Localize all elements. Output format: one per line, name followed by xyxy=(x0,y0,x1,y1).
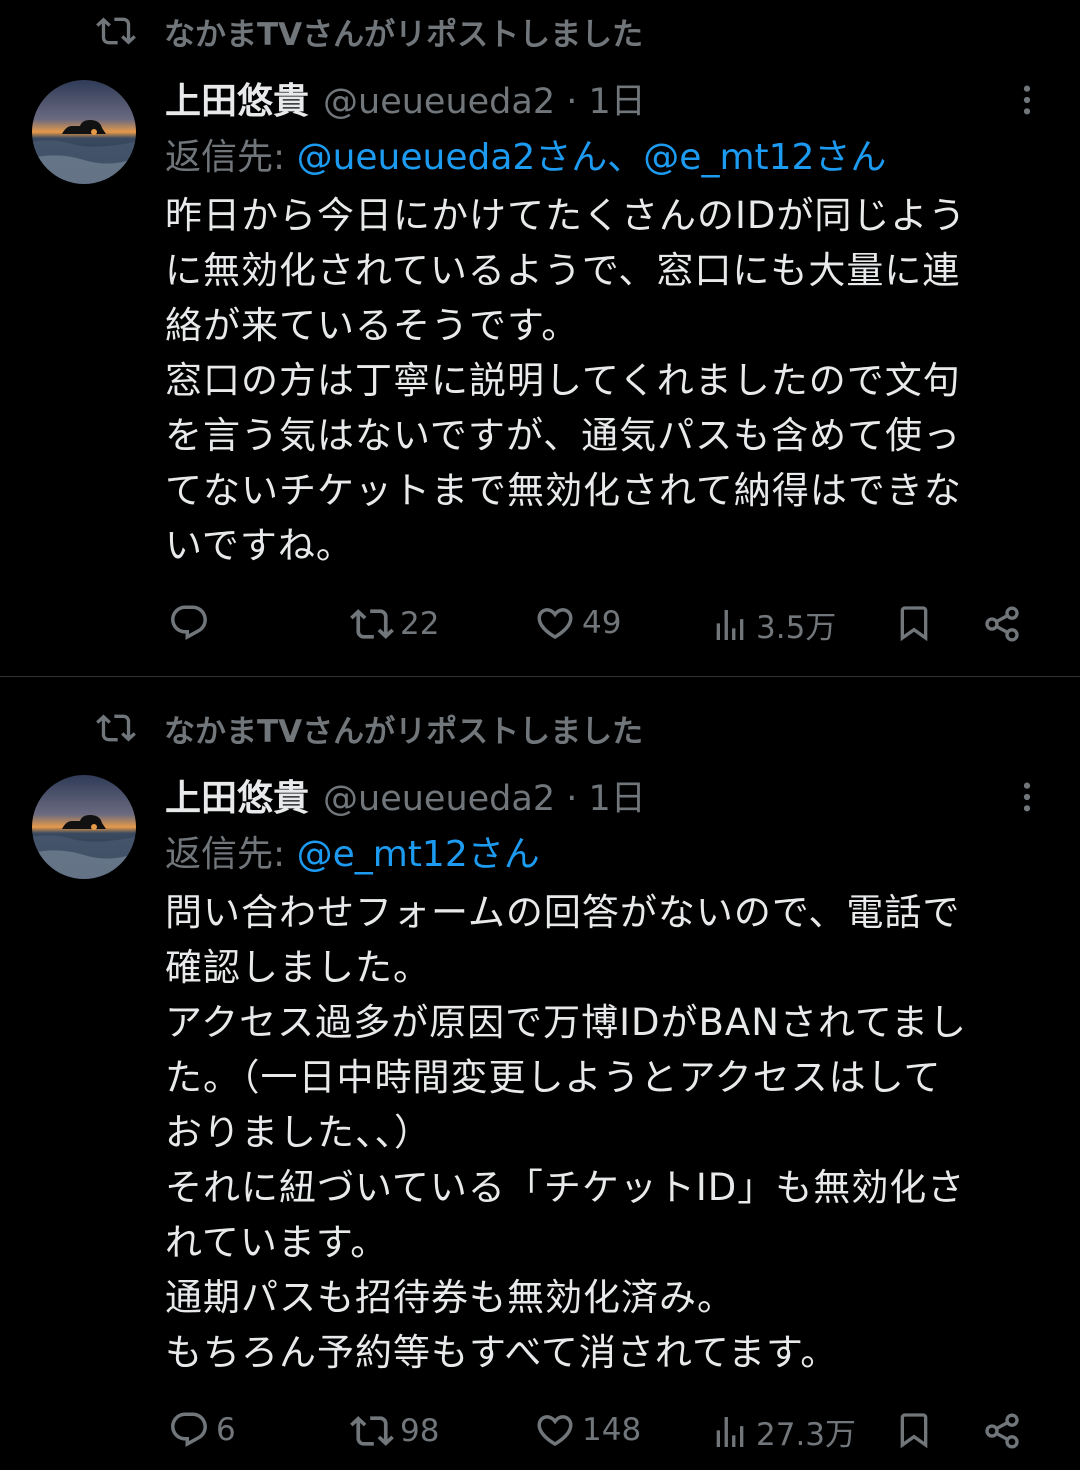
body-line: を言う気はないですが、通気パスも含めて使っ xyxy=(165,414,962,457)
repost-count: 22 xyxy=(400,606,440,642)
reply-to: 返信先: @e_mt12さん xyxy=(165,825,540,875)
reply-count: 6 xyxy=(216,1412,236,1448)
share-icon xyxy=(982,1411,1022,1451)
avatar[interactable] xyxy=(32,80,136,184)
body-line: 昨日から今日にかけてたくさんのIDが同じよう xyxy=(165,194,967,237)
body-line: 窓口の方は丁寧に説明してくれましたので文句 xyxy=(165,359,961,402)
repost-indicator: なかまTVさんがリポストしました xyxy=(96,6,643,56)
like-count: 148 xyxy=(582,1412,642,1448)
share-button[interactable] xyxy=(982,1411,1022,1451)
reply-to: 返信先: @ueueueda2さん、@e_mt12さん xyxy=(165,128,886,178)
repost-button[interactable]: 98 xyxy=(350,1409,439,1453)
body-line: いですね。 xyxy=(165,524,354,567)
body-line: た。（一日中時間変更しようとアクセスはして xyxy=(165,1056,942,1099)
post-body: 昨日から今日にかけてたくさんのIDが同じよう に無効化されているようで、窓口にも… xyxy=(165,188,1055,573)
reply-icon xyxy=(168,602,210,644)
body-line: てないチケットまで無効化されて納得はできな xyxy=(165,469,962,512)
repost-indicator: なかまTVさんがリポストしました xyxy=(96,703,643,753)
more-icon[interactable] xyxy=(1010,777,1044,817)
avatar-image xyxy=(32,775,136,879)
views-icon xyxy=(710,604,750,646)
body-line: おりました、、） xyxy=(165,1111,432,1154)
author-handle-time[interactable]: @ueueueda2 · 1日 xyxy=(323,770,646,821)
views-button[interactable]: 3.5万 xyxy=(710,602,836,647)
body-line: 通期パスも招待券も無効化済み。 xyxy=(165,1276,735,1319)
reply-mentions[interactable]: @e_mt12さん xyxy=(297,834,540,875)
like-icon xyxy=(534,602,576,644)
reply-prefix: 返信先: xyxy=(165,834,297,875)
repost-icon xyxy=(96,708,136,748)
like-button[interactable]: 49 xyxy=(534,602,621,644)
bookmark-icon xyxy=(894,1409,934,1451)
avatar-image xyxy=(32,80,136,184)
views-icon xyxy=(710,1411,750,1453)
like-icon xyxy=(534,1409,576,1451)
repost-label: なかまTVさんがリポストしました xyxy=(164,16,644,53)
body-line: に無効化されているようで、窓口にも大量に連 xyxy=(165,249,961,292)
like-count: 49 xyxy=(582,605,622,641)
body-line: 問い合わせフォームの回答がないので、電話で xyxy=(165,891,961,934)
repost-icon xyxy=(96,11,136,51)
share-icon xyxy=(982,604,1022,644)
body-line: もちろん予約等もすべて消されてます。 xyxy=(165,1331,839,1374)
author-name[interactable]: 上田悠貴 xyxy=(165,72,309,124)
post-header: 上田悠貴 @ueueueda2 · 1日 xyxy=(165,72,646,124)
repost-button[interactable]: 22 xyxy=(350,602,439,646)
reply-prefix: 返信先: xyxy=(165,137,297,178)
body-line: アクセス過多が原因で万博IDがBANされてまし xyxy=(165,1001,967,1044)
reply-button[interactable]: 6 xyxy=(168,1409,236,1451)
post-body: 問い合わせフォームの回答がないので、電話で 確認しました。 アクセス過多が原因で… xyxy=(165,885,1055,1380)
post[interactable]: なかまTVさんがリポストしました 上田悠貴 @ueueueda2 · 1日 返信… xyxy=(0,0,1080,676)
more-icon[interactable] xyxy=(1010,80,1044,120)
reply-button[interactable] xyxy=(168,602,216,644)
post-header: 上田悠貴 @ueueueda2 · 1日 xyxy=(165,769,646,821)
repost-icon xyxy=(350,1409,394,1453)
views-button[interactable]: 27.3万 xyxy=(710,1409,856,1454)
avatar[interactable] xyxy=(32,775,136,879)
reply-icon xyxy=(168,1409,210,1451)
body-line: 絡が来ているそうです。 xyxy=(165,304,580,347)
body-line: それに紐づいている「チケットID」も無効化さ xyxy=(165,1166,966,1209)
like-button[interactable]: 148 xyxy=(534,1409,641,1451)
bookmark-button[interactable] xyxy=(894,1409,934,1451)
bookmark-icon xyxy=(894,602,934,644)
author-name[interactable]: 上田悠貴 xyxy=(165,769,309,821)
share-button[interactable] xyxy=(982,604,1022,644)
author-handle-time[interactable]: @ueueueda2 · 1日 xyxy=(323,73,646,124)
body-line: 確認しました。 xyxy=(165,946,431,989)
body-line: れています。 xyxy=(165,1221,389,1264)
views-count: 3.5万 xyxy=(756,610,837,646)
repost-count: 98 xyxy=(400,1413,440,1449)
reply-mentions[interactable]: @ueueueda2さん、@e_mt12さん xyxy=(297,137,887,178)
repost-icon xyxy=(350,602,394,646)
views-count: 27.3万 xyxy=(756,1417,857,1453)
bookmark-button[interactable] xyxy=(894,602,934,644)
post[interactable]: なかまTVさんがリポストしました 上田悠貴 @ueueueda2 · 1日 返信… xyxy=(0,677,1080,1470)
repost-label: なかまTVさんがリポストしました xyxy=(164,713,644,750)
